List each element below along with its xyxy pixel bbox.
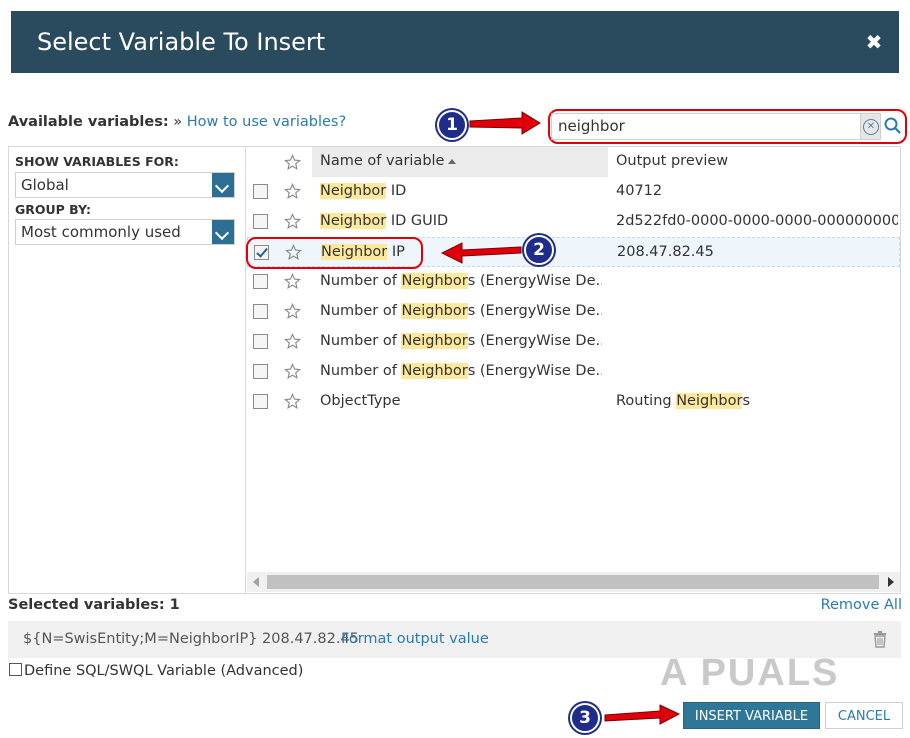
annotation-arrow-2	[440, 242, 522, 264]
annotation-arrow-1	[469, 111, 541, 135]
annotation-step-2: 2	[524, 235, 554, 265]
annotation-step-1: 1	[437, 110, 467, 140]
annotation-step-3: 3	[570, 703, 600, 733]
annotation-arrow-3	[604, 704, 681, 725]
